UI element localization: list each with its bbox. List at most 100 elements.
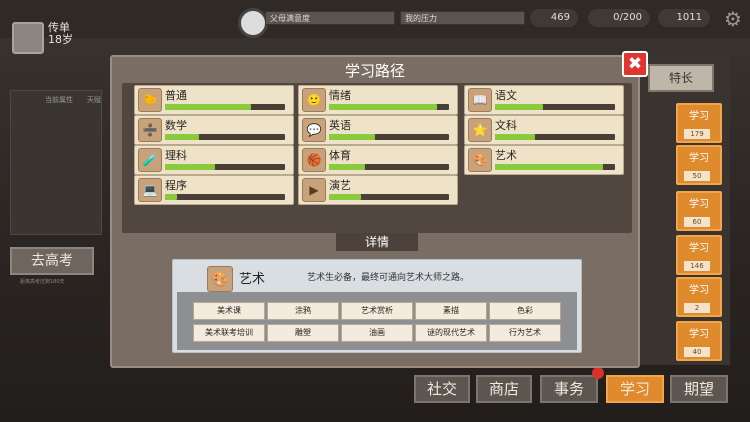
study-count: 60 [684,217,710,227]
study-button-label: 学习 [689,111,709,122]
clock-icon [238,8,268,38]
path-card-label: 演艺 [329,179,351,192]
study-button-label: 学习 [689,243,709,254]
attr-header-talent: 天赋 [87,96,101,104]
basketball-icon: 🏀 [302,148,326,172]
coin-counter: 1011 [658,9,710,27]
path-card-art[interactable]: 🎨 艺术 [464,145,624,175]
take-exam-button[interactable]: 去高考 [10,247,94,275]
study-count: 146 [684,261,710,271]
progress-fill [165,134,199,140]
book-icon: 📖 [468,88,492,112]
study-count: 50 [684,171,710,181]
emotion-icon: 🙂 [302,88,326,112]
path-card-programming[interactable]: 💻 程序 [134,175,294,205]
study-count: 2 [684,303,710,313]
path-card-sports[interactable]: 🏀 体育 [298,145,458,175]
progress-fill [329,134,375,140]
computer-icon: 💻 [138,178,162,202]
progress-track [495,104,615,110]
path-card-label: 情绪 [329,89,351,102]
progress-fill [495,104,543,110]
path-card-label: 程序 [165,179,187,192]
path-card-english[interactable]: 💬 英语 [298,115,458,145]
progress-track [329,104,449,110]
course-tag[interactable]: 美术课 [193,302,265,320]
nav-study[interactable]: 学习 [606,375,664,403]
exam-countdown-note: 距离高考还剩180天 [20,279,65,285]
path-card-math[interactable]: ➗ 数学 [134,115,294,145]
study-button-label: 学习 [689,329,709,340]
detail-panel: 🎨 艺术 艺术生必备，最终可通向艺术大师之路。 美术课 涂鸦 艺术赏析 素描 色… [172,259,582,353]
study-count: 179 [684,129,710,139]
study-count: 40 [684,347,710,357]
study-button[interactable]: 学习 146 [676,235,722,275]
progress-track [165,194,285,200]
course-tag[interactable]: 涂鸦 [267,302,339,320]
money-counter: 469 [530,9,578,27]
path-card-label: 数学 [165,119,187,132]
close-button[interactable]: ✖ [622,51,648,77]
nav-expectation[interactable]: 期望 [670,375,728,403]
notification-dot [592,367,604,379]
player-info: 传单 18岁 [48,22,73,46]
progress-track [329,164,449,170]
detail-description: 艺术生必备，最终可通向艺术大师之路。 [307,273,470,283]
path-card-chinese[interactable]: 📖 语文 [464,85,624,115]
study-button[interactable]: 学习 50 [676,145,722,185]
progress-fill [165,104,252,110]
player-age: 18岁 [48,33,73,46]
nav-affairs[interactable]: 事务 [540,375,598,403]
progress-fill [495,134,535,140]
path-card-liberal-arts[interactable]: ⭐ 文科 [464,115,624,145]
progress-track [495,164,615,170]
nav-shop[interactable]: 商店 [476,375,532,403]
progress-fill [165,194,177,200]
star-icon: ⭐ [468,118,492,142]
parent-satisfaction-bar: 父母满意度 [265,11,395,25]
pressure-bar: 我的压力 [400,11,525,25]
course-list-panel: 学习 179 学习 50 学习 60 学习 146 学习 2 学习 40 [640,55,730,365]
path-card-label: 英语 [329,119,351,132]
learning-path-dialog: 学习路径 ✖ 🐤 普通 ➗ 数学 🧪 理科 💻 程序 🙂 情绪 💬 英语 🏀 体… [110,51,648,368]
study-button[interactable]: 学习 179 [676,103,722,143]
course-tag[interactable]: 谜的现代艺术 [415,324,487,342]
detail-name: 艺术 [239,272,266,287]
study-button[interactable]: 学习 40 [676,321,722,361]
path-card-emotion[interactable]: 🙂 情绪 [298,85,458,115]
player-avatar[interactable] [12,22,44,54]
chick-icon: 🐤 [138,88,162,112]
study-button-label: 学习 [689,153,709,164]
speech-bubble-icon: 💬 [302,118,326,142]
study-button[interactable]: 学习 2 [676,277,722,317]
course-tag[interactable]: 油画 [341,324,413,342]
play-icon: ▶ [302,178,326,202]
flask-icon: 🧪 [138,148,162,172]
attr-header-current: 当前属性 [45,96,73,104]
path-card-performance[interactable]: ▶ 演艺 [298,175,458,205]
course-tag[interactable]: 美术联考培训 [193,324,265,342]
progress-track [165,104,285,110]
attribute-panel: 当前属性 天赋 [10,90,102,235]
path-card-science[interactable]: 🧪 理科 [134,145,294,175]
course-tag-list: 美术课 涂鸦 艺术赏析 素描 色彩 美术联考培训 雕塑 油画 谜的现代艺术 行为… [177,292,577,350]
progress-fill [495,164,603,170]
study-button[interactable]: 学习 60 [676,191,722,231]
palette-icon: 🎨 [207,266,233,292]
path-card-label: 语文 [495,89,517,102]
study-button-label: 学习 [689,199,709,210]
course-tag[interactable]: 艺术赏析 [341,302,413,320]
progress-track [165,134,285,140]
detail-header: 详情 [336,233,418,251]
course-tag[interactable]: 色彩 [489,302,561,320]
nav-social[interactable]: 社交 [414,375,470,403]
path-card-general[interactable]: 🐤 普通 [134,85,294,115]
course-tag[interactable]: 素描 [415,302,487,320]
palette-icon: 🎨 [468,148,492,172]
course-tag[interactable]: 雕塑 [267,324,339,342]
gear-icon[interactable]: ⚙ [722,8,744,30]
tab-specialty[interactable]: 特长 [648,64,714,92]
course-tag[interactable]: 行为艺术 [489,324,561,342]
path-card-label: 理科 [165,149,187,162]
path-card-label: 普通 [165,89,187,102]
